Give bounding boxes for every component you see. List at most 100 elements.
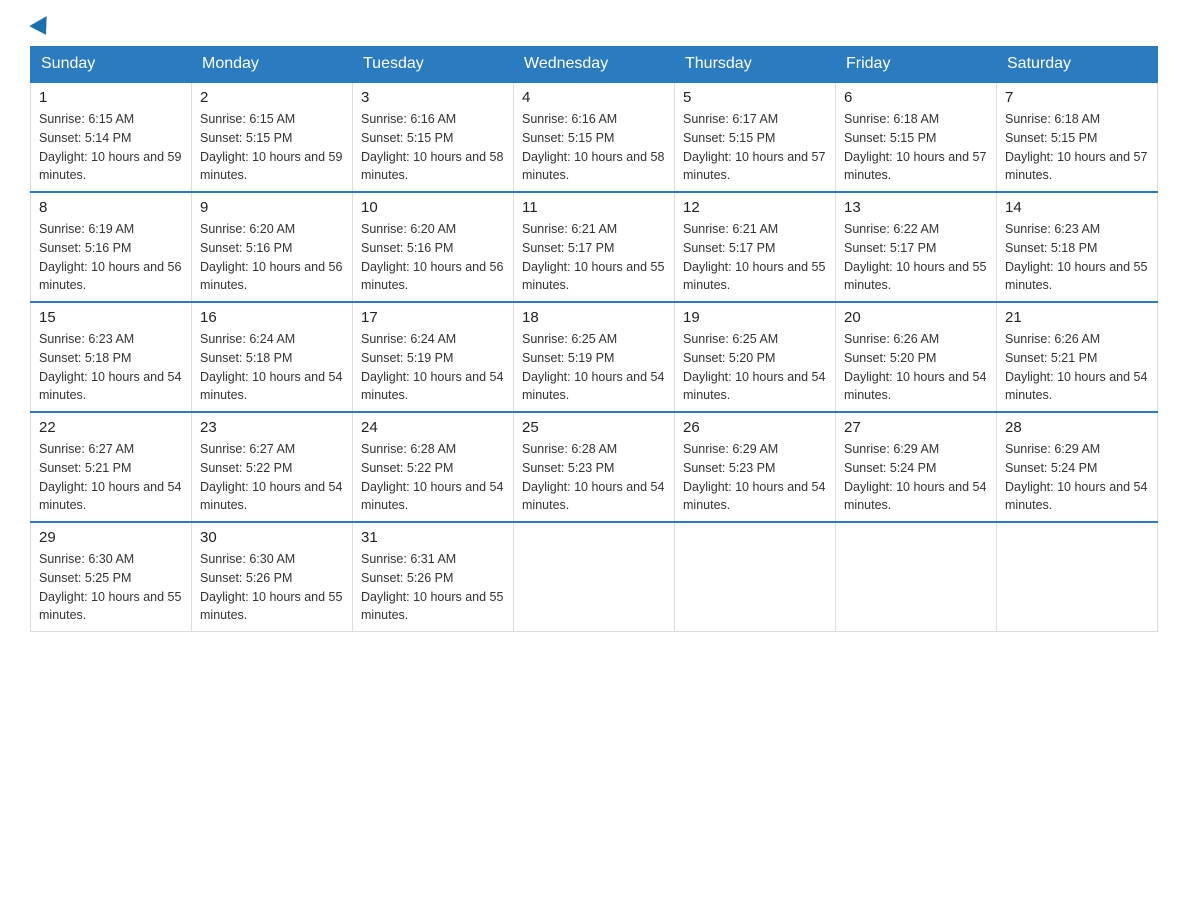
day-info: Sunrise: 6:17 AMSunset: 5:15 PMDaylight:… xyxy=(683,112,825,182)
calendar-week-row: 1 Sunrise: 6:15 AMSunset: 5:14 PMDayligh… xyxy=(31,82,1158,192)
day-number: 8 xyxy=(39,199,183,216)
calendar-day-cell: 6 Sunrise: 6:18 AMSunset: 5:15 PMDayligh… xyxy=(836,82,997,192)
day-info: Sunrise: 6:15 AMSunset: 5:15 PMDaylight:… xyxy=(200,112,342,182)
calendar-day-cell: 25 Sunrise: 6:28 AMSunset: 5:23 PMDaylig… xyxy=(514,412,675,522)
day-info: Sunrise: 6:25 AMSunset: 5:20 PMDaylight:… xyxy=(683,332,825,402)
day-number: 1 xyxy=(39,89,183,106)
day-info: Sunrise: 6:28 AMSunset: 5:23 PMDaylight:… xyxy=(522,442,664,512)
day-info: Sunrise: 6:26 AMSunset: 5:20 PMDaylight:… xyxy=(844,332,986,402)
day-info: Sunrise: 6:21 AMSunset: 5:17 PMDaylight:… xyxy=(683,222,825,292)
day-info: Sunrise: 6:16 AMSunset: 5:15 PMDaylight:… xyxy=(522,112,664,182)
calendar-day-cell: 8 Sunrise: 6:19 AMSunset: 5:16 PMDayligh… xyxy=(31,192,192,302)
day-of-week-header: Tuesday xyxy=(353,47,514,83)
day-of-week-header: Sunday xyxy=(31,47,192,83)
day-of-week-header: Saturday xyxy=(997,47,1158,83)
day-of-week-header: Thursday xyxy=(675,47,836,83)
day-number: 2 xyxy=(200,89,344,106)
day-info: Sunrise: 6:20 AMSunset: 5:16 PMDaylight:… xyxy=(200,222,342,292)
day-number: 28 xyxy=(1005,419,1149,436)
logo-triangle-icon xyxy=(29,16,54,40)
calendar-day-cell: 27 Sunrise: 6:29 AMSunset: 5:24 PMDaylig… xyxy=(836,412,997,522)
calendar-day-cell: 5 Sunrise: 6:17 AMSunset: 5:15 PMDayligh… xyxy=(675,82,836,192)
day-info: Sunrise: 6:29 AMSunset: 5:24 PMDaylight:… xyxy=(1005,442,1147,512)
calendar-day-cell: 16 Sunrise: 6:24 AMSunset: 5:18 PMDaylig… xyxy=(192,302,353,412)
calendar-day-cell: 13 Sunrise: 6:22 AMSunset: 5:17 PMDaylig… xyxy=(836,192,997,302)
day-number: 27 xyxy=(844,419,988,436)
day-info: Sunrise: 6:22 AMSunset: 5:17 PMDaylight:… xyxy=(844,222,986,292)
logo xyxy=(30,20,52,36)
calendar-day-cell: 20 Sunrise: 6:26 AMSunset: 5:20 PMDaylig… xyxy=(836,302,997,412)
day-info: Sunrise: 6:24 AMSunset: 5:18 PMDaylight:… xyxy=(200,332,342,402)
day-info: Sunrise: 6:18 AMSunset: 5:15 PMDaylight:… xyxy=(1005,112,1147,182)
day-info: Sunrise: 6:18 AMSunset: 5:15 PMDaylight:… xyxy=(844,112,986,182)
calendar-day-cell: 23 Sunrise: 6:27 AMSunset: 5:22 PMDaylig… xyxy=(192,412,353,522)
calendar-day-cell: 31 Sunrise: 6:31 AMSunset: 5:26 PMDaylig… xyxy=(353,522,514,632)
calendar-day-cell: 14 Sunrise: 6:23 AMSunset: 5:18 PMDaylig… xyxy=(997,192,1158,302)
day-info: Sunrise: 6:27 AMSunset: 5:21 PMDaylight:… xyxy=(39,442,181,512)
day-info: Sunrise: 6:29 AMSunset: 5:24 PMDaylight:… xyxy=(844,442,986,512)
calendar-day-cell xyxy=(675,522,836,632)
day-info: Sunrise: 6:23 AMSunset: 5:18 PMDaylight:… xyxy=(39,332,181,402)
calendar-day-cell: 7 Sunrise: 6:18 AMSunset: 5:15 PMDayligh… xyxy=(997,82,1158,192)
day-info: Sunrise: 6:26 AMSunset: 5:21 PMDaylight:… xyxy=(1005,332,1147,402)
day-number: 5 xyxy=(683,89,827,106)
day-number: 15 xyxy=(39,309,183,326)
calendar-day-cell: 21 Sunrise: 6:26 AMSunset: 5:21 PMDaylig… xyxy=(997,302,1158,412)
day-number: 16 xyxy=(200,309,344,326)
calendar-day-cell: 18 Sunrise: 6:25 AMSunset: 5:19 PMDaylig… xyxy=(514,302,675,412)
page-header xyxy=(30,20,1158,36)
day-info: Sunrise: 6:19 AMSunset: 5:16 PMDaylight:… xyxy=(39,222,181,292)
day-number: 20 xyxy=(844,309,988,326)
day-number: 17 xyxy=(361,309,505,326)
day-info: Sunrise: 6:28 AMSunset: 5:22 PMDaylight:… xyxy=(361,442,503,512)
day-info: Sunrise: 6:20 AMSunset: 5:16 PMDaylight:… xyxy=(361,222,503,292)
calendar-day-cell: 30 Sunrise: 6:30 AMSunset: 5:26 PMDaylig… xyxy=(192,522,353,632)
day-info: Sunrise: 6:25 AMSunset: 5:19 PMDaylight:… xyxy=(522,332,664,402)
calendar-week-row: 8 Sunrise: 6:19 AMSunset: 5:16 PMDayligh… xyxy=(31,192,1158,302)
calendar-day-cell: 24 Sunrise: 6:28 AMSunset: 5:22 PMDaylig… xyxy=(353,412,514,522)
day-number: 12 xyxy=(683,199,827,216)
day-number: 9 xyxy=(200,199,344,216)
calendar-day-cell: 2 Sunrise: 6:15 AMSunset: 5:15 PMDayligh… xyxy=(192,82,353,192)
day-info: Sunrise: 6:24 AMSunset: 5:19 PMDaylight:… xyxy=(361,332,503,402)
day-number: 30 xyxy=(200,529,344,546)
day-number: 4 xyxy=(522,89,666,106)
day-number: 11 xyxy=(522,199,666,216)
calendar-day-cell: 29 Sunrise: 6:30 AMSunset: 5:25 PMDaylig… xyxy=(31,522,192,632)
day-of-week-header: Wednesday xyxy=(514,47,675,83)
calendar-table: SundayMondayTuesdayWednesdayThursdayFrid… xyxy=(30,46,1158,632)
day-info: Sunrise: 6:27 AMSunset: 5:22 PMDaylight:… xyxy=(200,442,342,512)
calendar-day-cell: 1 Sunrise: 6:15 AMSunset: 5:14 PMDayligh… xyxy=(31,82,192,192)
day-number: 26 xyxy=(683,419,827,436)
calendar-week-row: 15 Sunrise: 6:23 AMSunset: 5:18 PMDaylig… xyxy=(31,302,1158,412)
day-info: Sunrise: 6:31 AMSunset: 5:26 PMDaylight:… xyxy=(361,552,503,622)
calendar-day-cell: 10 Sunrise: 6:20 AMSunset: 5:16 PMDaylig… xyxy=(353,192,514,302)
calendar-day-cell xyxy=(836,522,997,632)
day-number: 25 xyxy=(522,419,666,436)
calendar-day-cell: 28 Sunrise: 6:29 AMSunset: 5:24 PMDaylig… xyxy=(997,412,1158,522)
day-number: 23 xyxy=(200,419,344,436)
day-number: 21 xyxy=(1005,309,1149,326)
calendar-day-cell: 12 Sunrise: 6:21 AMSunset: 5:17 PMDaylig… xyxy=(675,192,836,302)
day-number: 10 xyxy=(361,199,505,216)
day-number: 19 xyxy=(683,309,827,326)
day-number: 31 xyxy=(361,529,505,546)
day-number: 6 xyxy=(844,89,988,106)
day-info: Sunrise: 6:21 AMSunset: 5:17 PMDaylight:… xyxy=(522,222,664,292)
day-info: Sunrise: 6:30 AMSunset: 5:26 PMDaylight:… xyxy=(200,552,342,622)
day-number: 24 xyxy=(361,419,505,436)
calendar-week-row: 22 Sunrise: 6:27 AMSunset: 5:21 PMDaylig… xyxy=(31,412,1158,522)
calendar-day-cell xyxy=(997,522,1158,632)
day-number: 13 xyxy=(844,199,988,216)
calendar-day-cell xyxy=(514,522,675,632)
calendar-day-cell: 11 Sunrise: 6:21 AMSunset: 5:17 PMDaylig… xyxy=(514,192,675,302)
day-number: 29 xyxy=(39,529,183,546)
calendar-day-cell: 3 Sunrise: 6:16 AMSunset: 5:15 PMDayligh… xyxy=(353,82,514,192)
calendar-day-cell: 9 Sunrise: 6:20 AMSunset: 5:16 PMDayligh… xyxy=(192,192,353,302)
day-info: Sunrise: 6:23 AMSunset: 5:18 PMDaylight:… xyxy=(1005,222,1147,292)
day-number: 7 xyxy=(1005,89,1149,106)
day-info: Sunrise: 6:15 AMSunset: 5:14 PMDaylight:… xyxy=(39,112,181,182)
day-info: Sunrise: 6:16 AMSunset: 5:15 PMDaylight:… xyxy=(361,112,503,182)
calendar-day-cell: 19 Sunrise: 6:25 AMSunset: 5:20 PMDaylig… xyxy=(675,302,836,412)
day-number: 22 xyxy=(39,419,183,436)
